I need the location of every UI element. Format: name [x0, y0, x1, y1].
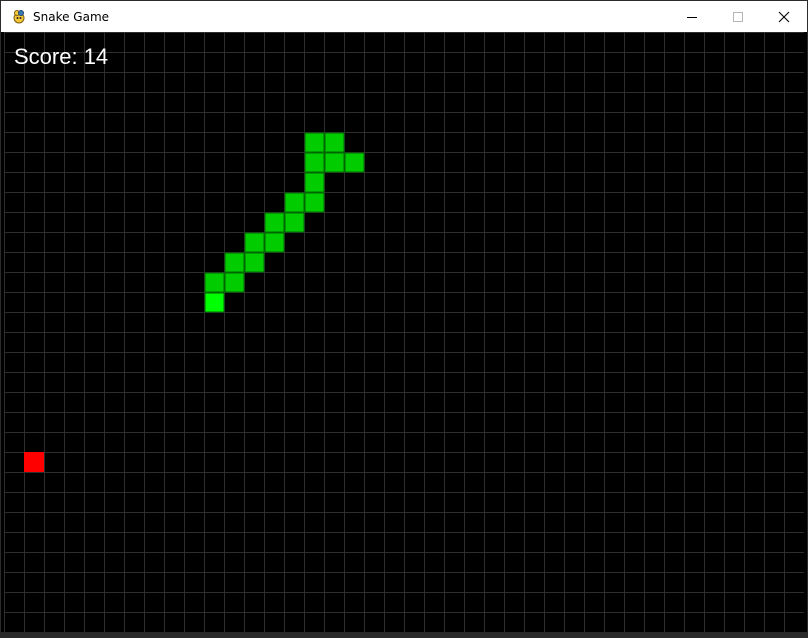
snake-body-segment [304, 172, 325, 193]
snake-body-segment [264, 232, 285, 253]
pygame-snake-icon [11, 9, 27, 25]
snake-body-segment [324, 152, 345, 173]
close-button[interactable] [761, 1, 807, 32]
maximize-button[interactable] [715, 1, 761, 32]
score-label: Score: 14 [14, 44, 109, 69]
snake-body-segment [264, 212, 285, 233]
game-window: Snake Game Score: 14 [0, 0, 808, 638]
snake-body-segment [244, 232, 265, 253]
snake-body-segment [224, 272, 245, 293]
snake-body-segment [224, 252, 245, 273]
maximize-icon [733, 11, 743, 22]
minimize-button[interactable] [669, 1, 715, 32]
snake-body-segment [344, 152, 365, 173]
window-title: Snake Game [33, 9, 110, 24]
snake-body-segment [324, 132, 345, 153]
snake-head [204, 292, 225, 313]
window-controls [669, 1, 807, 32]
snake-body-segment [244, 252, 265, 273]
window-bottom-edge [1, 632, 807, 637]
game-canvas[interactable]: Score: 14 [4, 32, 804, 632]
snake-body-segment [304, 152, 325, 173]
minimize-icon [687, 16, 697, 18]
snake-body-segment [304, 132, 325, 153]
food-apple [24, 452, 44, 472]
snake-body-segment [284, 212, 305, 233]
snake-body-segment [204, 272, 225, 293]
grid-lines [4, 32, 804, 632]
snake-body-segment [304, 192, 325, 213]
title-bar[interactable]: Snake Game [1, 1, 807, 32]
game-board [4, 32, 804, 632]
snake-body-segment [284, 192, 305, 213]
close-icon [778, 11, 790, 22]
